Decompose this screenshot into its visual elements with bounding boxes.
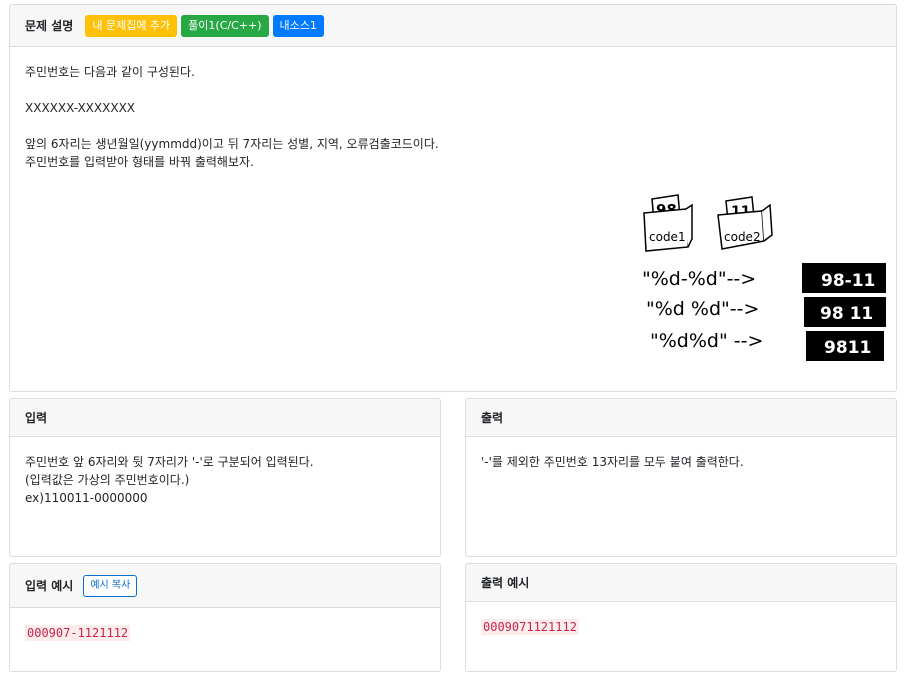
output-body: '-'를 제외한 주민번호 13자리를 모두 붙여 출력한다.: [466, 437, 896, 471]
output-title: 출력: [481, 411, 504, 425]
result-2: 98 11: [820, 304, 873, 324]
sample-output-card: 출력 예시 0009071121112: [465, 563, 897, 672]
sample-input-value: 000907-1121112: [25, 625, 131, 641]
input-line: 주민번호 앞 6자리와 뒷 7자리가 '-'로 구분되어 입력된다.: [25, 455, 314, 469]
input-line: (입력값은 가상의 주민번호이다.): [25, 473, 190, 487]
input-body: 주민번호 앞 6자리와 뒷 7자리가 '-'로 구분되어 입력된다. (입력값은…: [10, 437, 440, 507]
result-3: 9811: [824, 338, 871, 358]
input-title: 입력: [25, 411, 48, 425]
input-line: ex)110011-0000000: [25, 491, 148, 505]
sample-input-body: 000907-1121112: [10, 608, 440, 642]
problem-line: 앞의 6자리는 생년월일(yymmdd)이고 뒤 7자리는 성별, 지역, 오류…: [25, 137, 439, 151]
add-to-workbook-button[interactable]: 내 문제집에 추가: [85, 14, 178, 37]
sample-output-value: 0009071121112: [481, 619, 579, 635]
sample-output-header: 출력 예시: [466, 564, 896, 602]
copy-sample-button[interactable]: 예시 복사: [83, 574, 138, 597]
sample-input-title: 입력 예시: [25, 579, 74, 593]
my-source-button[interactable]: 내소스1: [272, 14, 324, 37]
sample-input-header: 입력 예시 예시 복사: [10, 564, 440, 608]
problem-header: 문제 설명 내 문제집에 추가 풀이1(C/C++) 내소스1: [10, 5, 896, 47]
problem-line: [25, 81, 881, 99]
problem-card: 문제 설명 내 문제집에 추가 풀이1(C/C++) 내소스1 주민번호는 다음…: [9, 4, 897, 392]
solution-button[interactable]: 풀이1(C/C++): [181, 14, 269, 37]
code2-box: 11 code2: [717, 196, 773, 250]
sample-output-body: 0009071121112: [466, 602, 896, 636]
output-card: 출력 '-'를 제외한 주민번호 13자리를 모두 붙여 출력한다.: [465, 398, 897, 557]
output-line: '-'를 제외한 주민번호 13자리를 모두 붙여 출력한다.: [481, 455, 744, 469]
code1-box: 98 code1: [643, 194, 693, 252]
result-1: 98-11: [821, 271, 875, 291]
format-row-2: "%d %d"-->: [646, 298, 759, 320]
input-card: 입력 주민번호 앞 6자리와 뒷 7자리가 '-'로 구분되어 입력된다. (입…: [9, 398, 441, 557]
problem-line: XXXXXX-XXXXXXX: [25, 101, 136, 115]
problem-line: 주민번호는 다음과 같이 구성된다.: [25, 65, 195, 79]
problem-line: [25, 117, 881, 135]
problem-title: 문제 설명: [25, 19, 74, 33]
output-header: 출력: [466, 399, 896, 437]
problem-line: 주민번호를 입력받아 형태를 바꿔 출력해보자.: [25, 155, 254, 169]
box1-label: code1: [649, 230, 686, 244]
sample-output-title: 출력 예시: [481, 576, 530, 590]
format-row-1: "%d-%d"-->: [642, 268, 756, 290]
format-illustration: 98 code1 11 code2 "%d-%d"--> 98-11 "%d %…: [642, 194, 886, 361]
format-row-3: "%d%d" -->: [650, 330, 763, 352]
box2-label: code2: [724, 230, 761, 244]
input-header: 입력: [10, 399, 440, 437]
problem-body: 주민번호는 다음과 같이 구성된다. XXXXXX-XXXXXXX 앞의 6자리…: [10, 47, 896, 171]
sample-input-card: 입력 예시 예시 복사 000907-1121112: [9, 563, 441, 672]
